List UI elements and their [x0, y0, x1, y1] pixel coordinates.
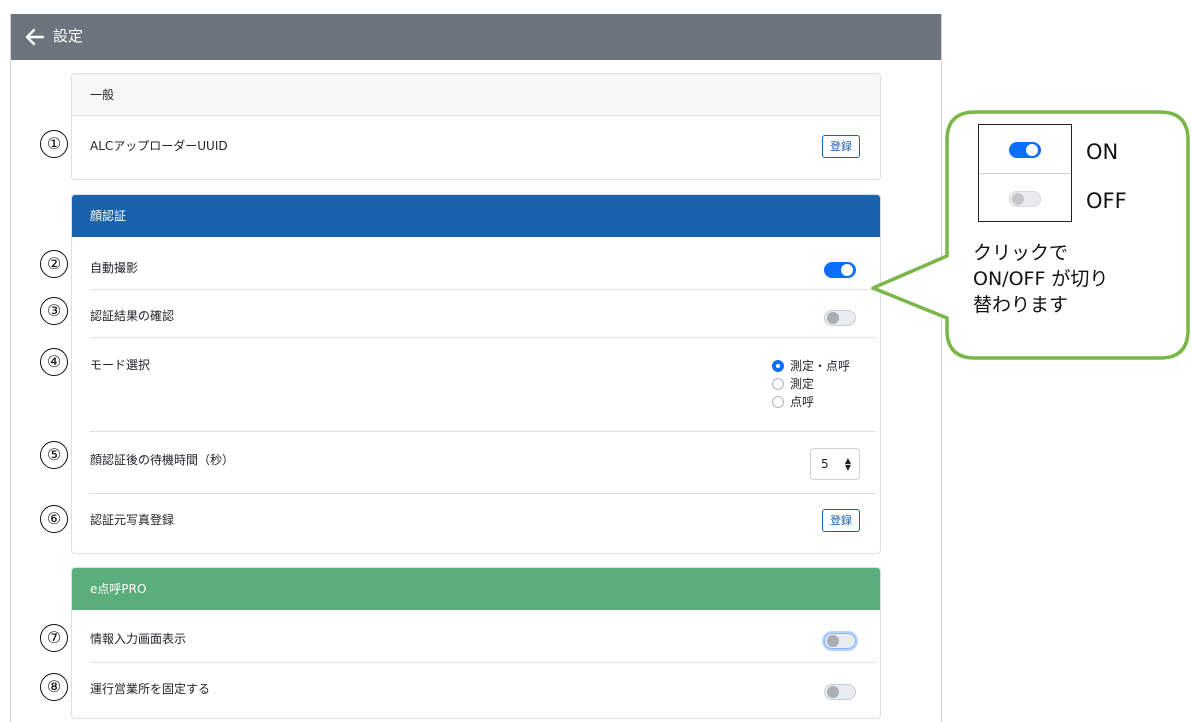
auto-capture-label: 自動撮影 — [90, 261, 139, 275]
general-card: 一般 ALCアップローダーUUID 登録 — [71, 73, 881, 180]
callout-text: クリックで ON/OFF が切り 替わります — [973, 242, 1109, 316]
divider — [90, 289, 876, 290]
radio-unchecked-icon — [772, 396, 784, 408]
photo-register-button[interactable]: 登録 — [822, 509, 860, 532]
radio-checked-icon — [772, 360, 784, 372]
uuid-label: ALCアップローダーUUID — [90, 139, 228, 153]
page-title: 設定 — [53, 27, 84, 45]
radio-unchecked-icon — [772, 378, 784, 390]
info-screen-toggle[interactable] — [824, 633, 856, 649]
marker-6: ⑥ — [40, 505, 68, 533]
face-auth-header: 顔認証 — [72, 195, 880, 237]
legend-on-label: ON — [1086, 140, 1119, 164]
marker-1: ① — [40, 130, 68, 158]
mode-radio-group: 測定・点呼 測定 点呼 — [772, 357, 872, 417]
marker-8: ⑧ — [40, 673, 68, 701]
legend-toggle-on-icon — [1009, 142, 1041, 158]
settings-window: 設定 一般 ALCアップローダーUUID 登録 顔認証 自動撮影 認証結果の確認… — [10, 14, 942, 722]
wait-time-select[interactable]: 5 ▲ ▼ — [810, 448, 860, 480]
marker-7: ⑦ — [40, 624, 68, 652]
fix-office-label: 運行営業所を固定する — [90, 682, 211, 696]
legend-toggle-off-icon — [1009, 191, 1041, 207]
confirm-result-toggle[interactable] — [824, 310, 856, 326]
pro-header: e点呼PRO — [72, 568, 880, 610]
pro-card: e点呼PRO 情報入力画面表示 運行営業所を固定する — [71, 567, 881, 719]
sort-arrows-icon: ▲ ▼ — [844, 456, 851, 472]
marker-2: ② — [40, 250, 68, 278]
uuid-register-button[interactable]: 登録 — [822, 135, 860, 158]
face-auth-card: 顔認証 自動撮影 認証結果の確認 モード選択 測定・点呼 測定 点呼 顔認証後の… — [71, 194, 881, 554]
confirm-result-label: 認証結果の確認 — [90, 309, 175, 323]
divider — [90, 337, 876, 338]
divider — [90, 431, 876, 432]
divider — [90, 662, 876, 663]
general-header: 一般 — [72, 74, 880, 116]
divider — [90, 493, 876, 494]
info-screen-label: 情報入力画面表示 — [90, 632, 187, 646]
photo-register-label: 認証元写真登録 — [90, 513, 175, 527]
divider — [979, 173, 1070, 174]
marker-5: ⑤ — [40, 441, 68, 469]
marker-3: ③ — [40, 297, 68, 325]
toggle-legend — [978, 124, 1072, 222]
legend-off-label: OFF — [1086, 189, 1127, 213]
app-bar: 設定 — [11, 14, 941, 60]
fix-office-toggle[interactable] — [824, 684, 856, 700]
arrow-left-icon[interactable] — [23, 25, 47, 49]
marker-4: ④ — [40, 348, 68, 376]
auto-capture-toggle[interactable] — [824, 262, 856, 278]
mode-select-label: モード選択 — [90, 358, 151, 372]
wait-time-label: 顔認証後の待機時間（秒） — [90, 453, 235, 467]
